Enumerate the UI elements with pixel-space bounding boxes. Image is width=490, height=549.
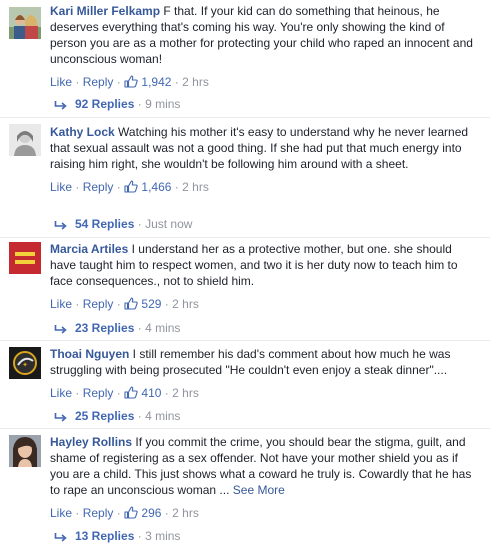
- comment-timestamp[interactable]: 2 hrs: [172, 506, 199, 520]
- avatar[interactable]: ✦: [9, 347, 41, 379]
- view-replies-link[interactable]: 23 Replies: [75, 321, 134, 335]
- thumbs-up-icon: [124, 386, 138, 403]
- reply-arrow-icon: [54, 531, 67, 547]
- reply-link[interactable]: Reply: [83, 180, 114, 194]
- replies-timestamp: 3 mins: [145, 529, 181, 543]
- comment-author[interactable]: Kari Miller Felkamp: [50, 4, 160, 18]
- replies-timestamp: Just now: [145, 217, 193, 231]
- comment-text: Hayley Rollins If you commit the crime, …: [50, 434, 480, 498]
- replies-timestamp: 4 mins: [145, 409, 181, 423]
- replies-row: 23 Replies · 4 mins: [54, 320, 180, 339]
- view-replies-link[interactable]: 92 Replies: [75, 97, 134, 111]
- comment-author[interactable]: Thoai Nguyen: [50, 347, 129, 361]
- like-link[interactable]: Like: [50, 297, 72, 311]
- replies-timestamp: 4 mins: [145, 321, 181, 335]
- like-count[interactable]: 529: [141, 297, 161, 311]
- comment-author[interactable]: Kathy Lock: [50, 125, 115, 139]
- reply-arrow-icon: [54, 323, 67, 339]
- avatar[interactable]: [9, 435, 41, 467]
- like-link[interactable]: Like: [50, 180, 72, 194]
- comment-text: Kathy Lock Watching his mother it's easy…: [50, 124, 480, 172]
- replies-timestamp: 9 mins: [145, 97, 181, 111]
- avatar[interactable]: [9, 242, 41, 274]
- comment-timestamp[interactable]: 2 hrs: [182, 180, 209, 194]
- reply-link[interactable]: Reply: [83, 386, 114, 400]
- thumbs-up-icon: [124, 75, 138, 92]
- comment-timestamp[interactable]: 2 hrs: [172, 297, 199, 311]
- view-replies-link[interactable]: 25 Replies: [75, 409, 134, 423]
- reply-arrow-icon: [54, 411, 67, 427]
- reply-link[interactable]: Reply: [83, 297, 114, 311]
- replies-row: 13 Replies · 3 mins: [54, 528, 180, 547]
- comment-timestamp[interactable]: 2 hrs: [182, 75, 209, 89]
- reply-link[interactable]: Reply: [83, 75, 114, 89]
- replies-row: 92 Replies · 9 mins: [54, 96, 180, 115]
- comment-actions: Like · Reply · 529 · 2 hrs: [50, 296, 480, 314]
- like-count[interactable]: 1,942: [141, 75, 171, 89]
- comment-actions: Like · Reply · 410 · 2 hrs: [50, 385, 480, 403]
- comment-actions: Like · Reply · 1,942 · 2 hrs: [50, 74, 480, 92]
- thumbs-up-icon: [124, 506, 138, 523]
- svg-text:✦: ✦: [22, 361, 28, 369]
- replies-row: 25 Replies · 4 mins: [54, 408, 180, 427]
- view-replies-link[interactable]: 54 Replies: [75, 217, 134, 231]
- divider: [0, 237, 490, 238]
- divider: [0, 428, 490, 429]
- reply-arrow-icon: [54, 99, 67, 115]
- comment-author[interactable]: Hayley Rollins: [50, 435, 132, 449]
- like-count[interactable]: 410: [141, 386, 161, 400]
- view-replies-link[interactable]: 13 Replies: [75, 529, 134, 543]
- comment-actions: Like · Reply · 296 · 2 hrs: [50, 505, 480, 523]
- avatar[interactable]: [9, 7, 41, 39]
- like-link[interactable]: Like: [50, 75, 72, 89]
- comment-actions: Like · Reply · 1,466 · 2 hrs: [50, 179, 480, 197]
- reply-link[interactable]: Reply: [83, 506, 114, 520]
- comment-author[interactable]: Marcia Artiles: [50, 242, 128, 256]
- replies-row: 54 Replies · Just now: [54, 216, 192, 235]
- avatar[interactable]: [9, 124, 41, 156]
- like-count[interactable]: 296: [141, 506, 161, 520]
- comment-timestamp[interactable]: 2 hrs: [172, 386, 199, 400]
- comment-text: Marcia Artiles I understand her as a pro…: [50, 241, 480, 289]
- see-more-link[interactable]: See More: [233, 483, 285, 497]
- comment-text: Thoai Nguyen I still remember his dad's …: [50, 346, 480, 378]
- thumbs-up-icon: [124, 297, 138, 314]
- like-link[interactable]: Like: [50, 386, 72, 400]
- divider: [0, 340, 490, 341]
- like-count[interactable]: 1,466: [141, 180, 171, 194]
- comment-text: Kari Miller Felkamp F that. If your kid …: [50, 3, 480, 67]
- thumbs-up-icon: [124, 180, 138, 197]
- divider: [0, 117, 490, 118]
- reply-arrow-icon: [54, 219, 67, 235]
- like-link[interactable]: Like: [50, 506, 72, 520]
